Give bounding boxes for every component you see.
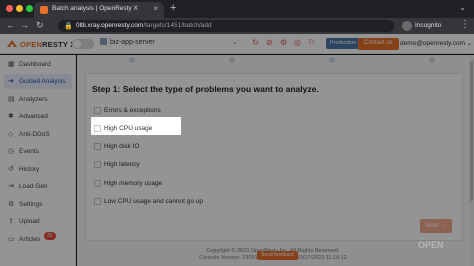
incognito-label[interactable]: Incognito	[415, 22, 441, 29]
browser-tab-bar: Batch analysis | OpenResty X × + ⌄	[0, 0, 474, 18]
reload-icon[interactable]: ↻	[36, 20, 44, 31]
browser-tab[interactable]: Batch analysis | OpenResty X ×	[34, 2, 164, 18]
new-tab-icon[interactable]: +	[170, 2, 176, 14]
incognito-icon	[402, 21, 412, 31]
overlay-bottom	[0, 135, 474, 266]
forward-icon[interactable]: →	[20, 20, 29, 30]
tab-list-icon[interactable]: ⌄	[459, 3, 466, 12]
tab-title: Batch analysis | OpenResty X	[52, 5, 138, 12]
screen: Batch analysis | OpenResty X × + ⌄ ← → ↻…	[0, 0, 474, 266]
maximize-window-button[interactable]	[26, 5, 33, 12]
browser-toolbar: ← → ↻ 🔒 0ltli.xray.openresty.com/targets…	[0, 18, 474, 34]
overlay-right	[181, 117, 474, 135]
checkbox[interactable]	[94, 125, 101, 132]
close-window-button[interactable]	[6, 5, 13, 12]
tab-close-icon[interactable]: ×	[153, 4, 158, 13]
url-path: /targets/1451/batch/add	[143, 22, 212, 29]
watermark: OPEN	[418, 240, 444, 250]
browser-menu-icon[interactable]: ⋮	[460, 19, 470, 30]
favicon-icon	[40, 6, 48, 14]
minimize-window-button[interactable]	[16, 5, 23, 12]
address-bar[interactable]: 🔒 0ltli.xray.openresty.com/targets/1451/…	[58, 20, 394, 32]
back-icon[interactable]: ←	[6, 20, 15, 30]
lock-icon: 🔒	[64, 23, 73, 30]
option-label: High CPU usage	[104, 125, 153, 132]
overlay-top	[0, 34, 474, 117]
overlay-left	[0, 117, 91, 135]
url-host: 0ltli.xray.openresty.com	[76, 22, 144, 29]
url-text: 0ltli.xray.openresty.com/targets/1451/ba…	[76, 22, 212, 29]
